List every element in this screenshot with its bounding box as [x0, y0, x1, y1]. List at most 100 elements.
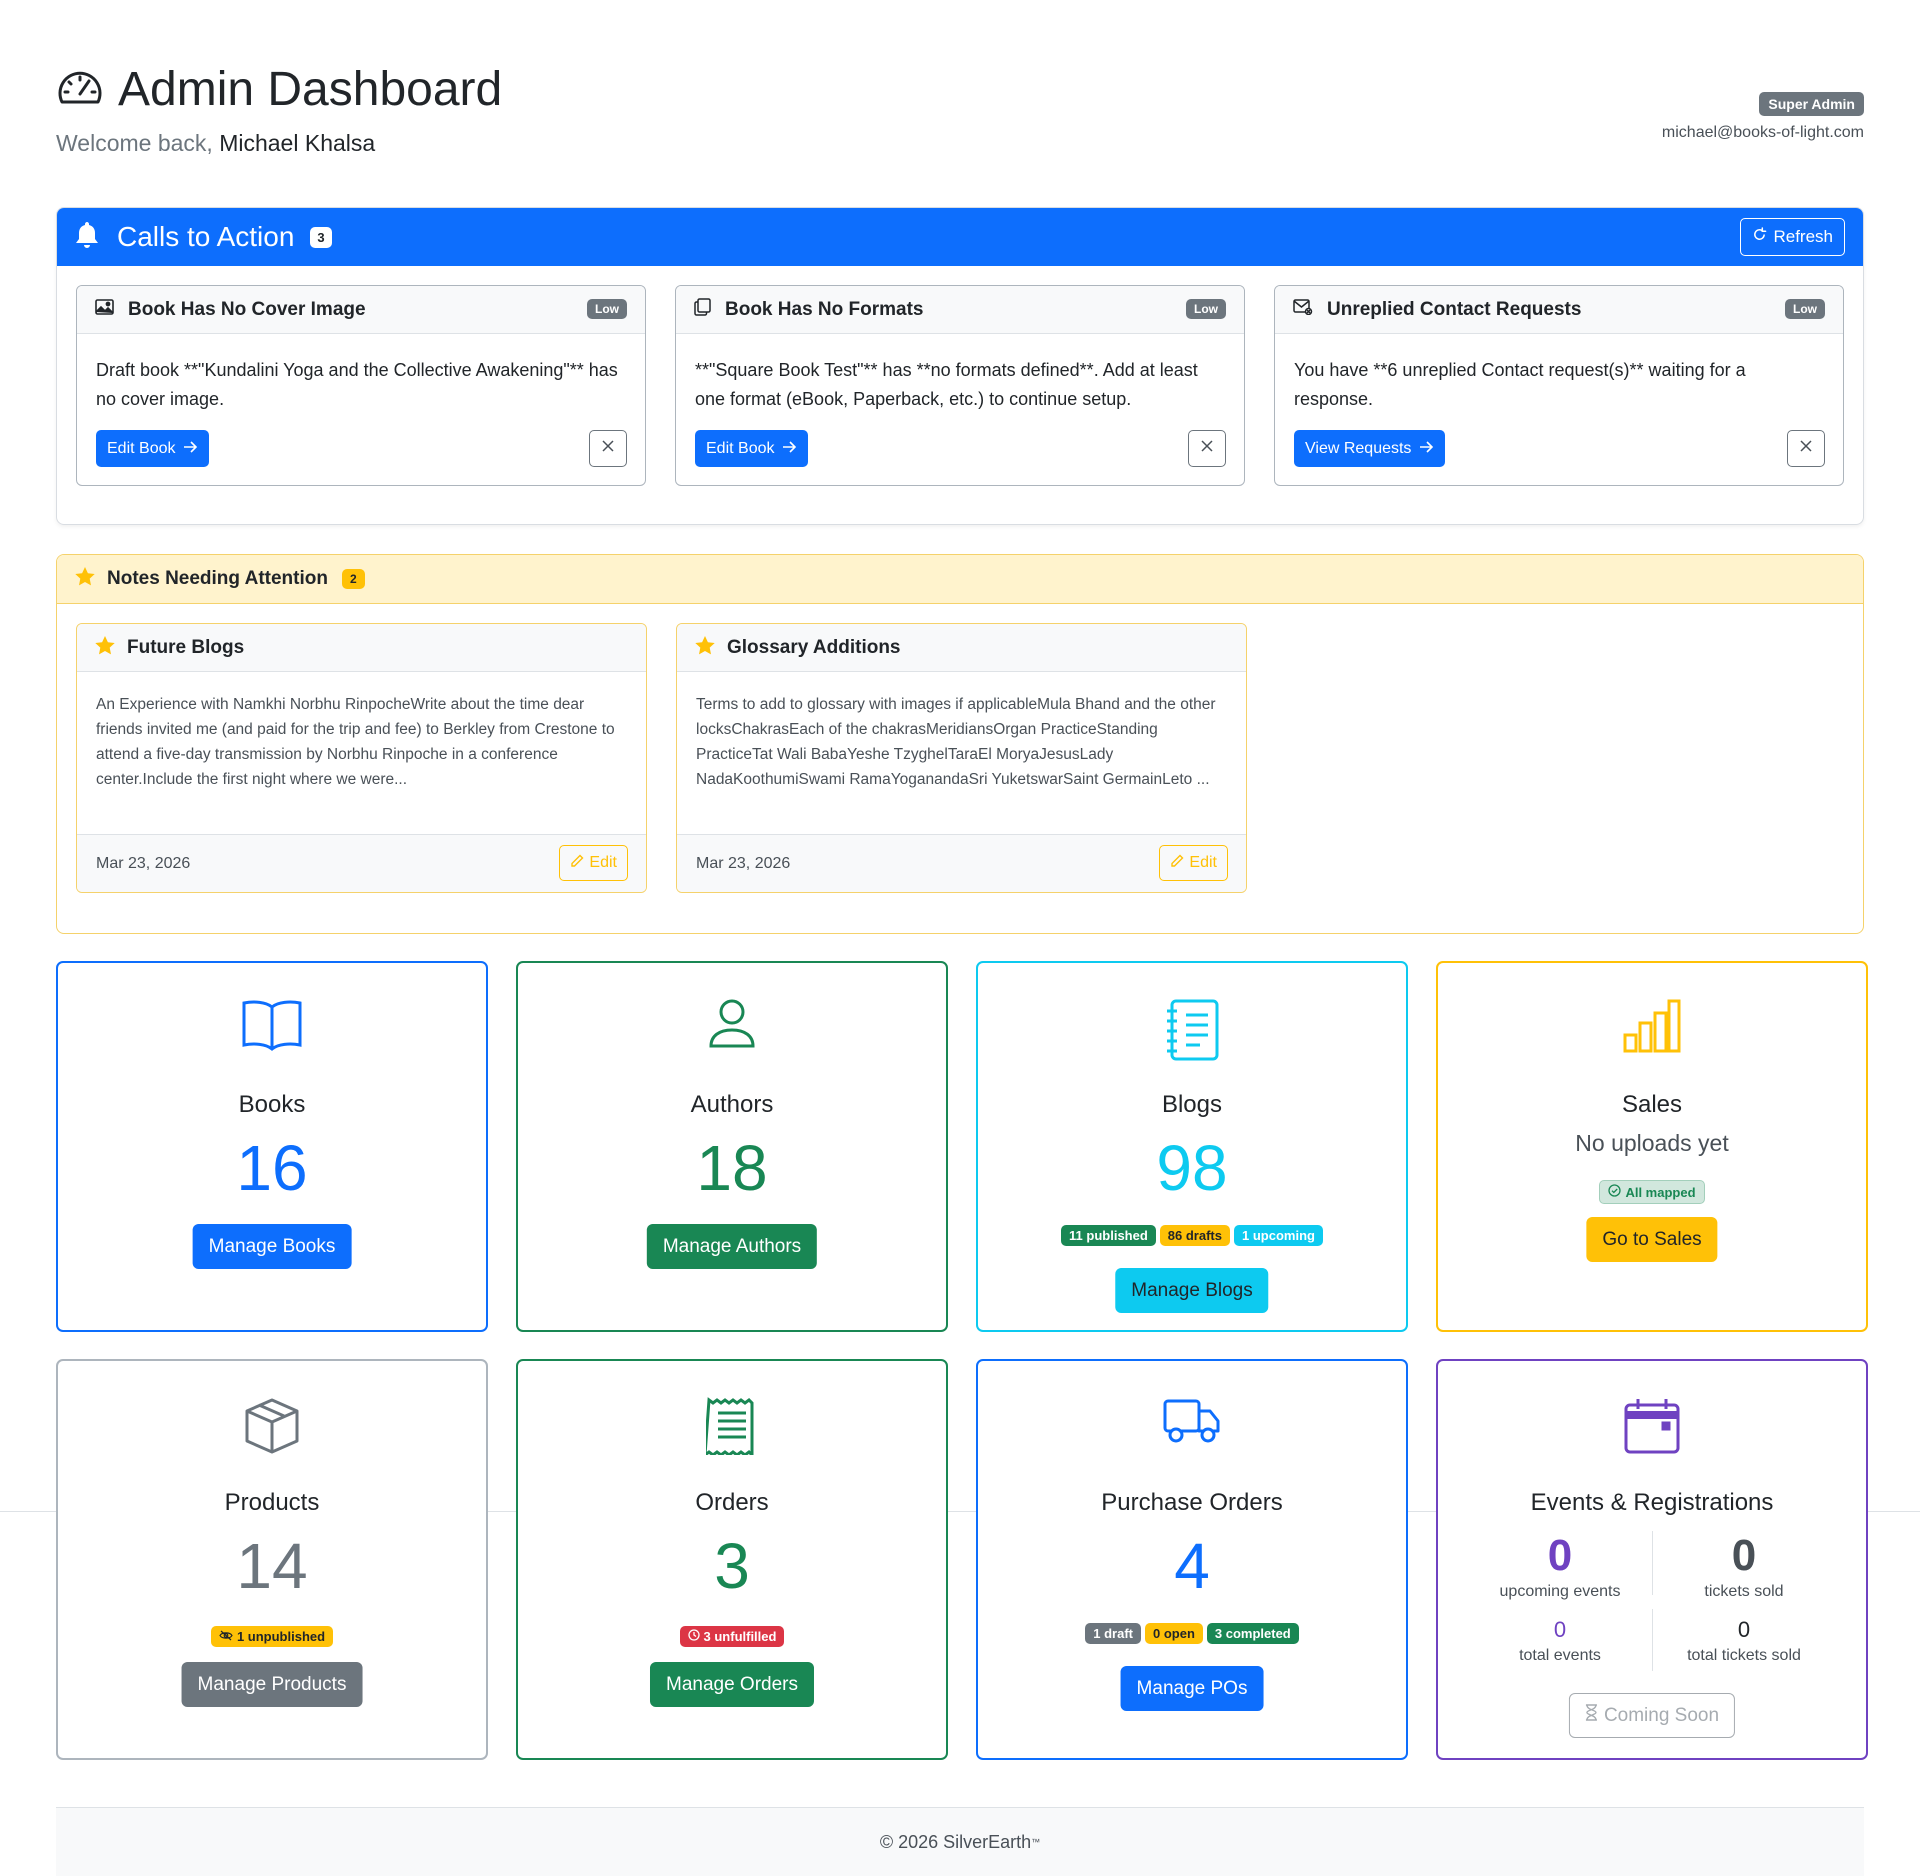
refresh-icon — [1752, 227, 1767, 247]
note-card-list: Future Blogs An Experience with Namkhi N… — [76, 623, 1247, 893]
edit-label: Edit — [589, 854, 617, 871]
unpublished-label: 1 unpublished — [236, 1629, 326, 1644]
edit-book-button[interactable]: Edit Book — [96, 430, 210, 467]
cta-card-footer: Edit Book — [676, 430, 1244, 485]
sales-subtitle: No uploads yet — [1575, 1130, 1729, 1156]
calls-to-action-panel: Calls to Action 3 Refresh Book Has No Co… — [56, 207, 1864, 525]
unpublished-badge: 1 unpublished — [210, 1626, 334, 1647]
edit-book-button[interactable]: Edit Book — [695, 430, 809, 467]
refresh-label: Refresh — [1773, 227, 1833, 246]
cta-card-title: Book Has No Cover Image — [128, 298, 366, 320]
manage-authors-button[interactable]: Manage Authors — [646, 1224, 818, 1269]
dismiss-button[interactable] — [1787, 430, 1825, 467]
page-footer: © 2026 SilverEarth ™ — [56, 1807, 1864, 1876]
upcoming-events-stat: 0 upcoming events — [1468, 1531, 1652, 1601]
drafts-badge: 86 drafts — [1159, 1225, 1230, 1246]
manage-products-button[interactable]: Manage Products — [181, 1662, 363, 1707]
copy-icon — [694, 298, 711, 321]
events-label: Events & Registrations — [1530, 1489, 1774, 1516]
page-title-text: Admin Dashboard — [118, 63, 503, 116]
cta-card-title: Unreplied Contact Requests — [1327, 298, 1582, 320]
manage-pos-button[interactable]: Manage POs — [1120, 1666, 1264, 1711]
priority-badge: Low — [1785, 299, 1825, 319]
page-title: Admin Dashboard — [56, 62, 502, 118]
orders-card: Orders 3 3 unfulfilled Manage Orders — [516, 1359, 948, 1760]
user-name: Michael Khalsa — [219, 130, 376, 156]
note-footer: Mar 23, 2026 Edit — [677, 834, 1246, 892]
page-header: Admin Dashboard Welcome back, Michael Kh… — [56, 62, 1864, 162]
purchase-orders-label: Purchase Orders — [1101, 1489, 1283, 1516]
edit-book-label: Edit Book — [706, 439, 775, 457]
trademark-mark: ™ — [1031, 1837, 1041, 1847]
view-requests-button[interactable]: View Requests — [1294, 430, 1446, 467]
eye-slash-icon — [219, 1629, 233, 1644]
receipt-icon — [518, 1397, 946, 1455]
cta-card-header: Unreplied Contact Requests Low — [1275, 286, 1843, 334]
note-card-header: Glossary Additions — [677, 624, 1246, 672]
total-events-label: total events — [1519, 1647, 1601, 1664]
edit-note-button[interactable]: Edit — [1159, 845, 1228, 881]
truck-icon — [978, 1397, 1406, 1445]
note-card-future-blogs[interactable]: Future Blogs An Experience with Namkhi N… — [76, 623, 647, 893]
note-date: Mar 23, 2026 — [96, 854, 191, 872]
all-mapped-label: All mapped — [1625, 1184, 1696, 1200]
sales-mapping-status: All mapped — [1438, 1180, 1866, 1204]
events-card: Events & Registrations 0 upcoming events… — [1436, 1359, 1868, 1760]
welcome-text: Welcome back, Michael Khalsa — [56, 130, 375, 157]
role-badge: Super Admin — [1759, 92, 1864, 116]
star-icon — [75, 567, 95, 591]
note-title: Glossary Additions — [727, 636, 901, 658]
dismiss-button[interactable] — [1188, 430, 1226, 467]
arrow-right-icon — [183, 440, 198, 458]
priority-badge: Low — [587, 299, 627, 319]
unfulfilled-badge: 3 unfulfilled — [679, 1626, 785, 1647]
footer-copyright: © 2026 SilverEarth — [879, 1831, 1032, 1852]
cta-card-header: Book Has No Cover Image Low — [77, 286, 645, 334]
orders-status: 3 unfulfilled — [518, 1626, 946, 1647]
manage-books-button[interactable]: Manage Books — [192, 1224, 352, 1269]
notes-panel: Notes Needing Attention 2 Future Blogs A… — [56, 554, 1864, 934]
total-events-stat: 0 total events — [1468, 1615, 1652, 1665]
refresh-button[interactable]: Refresh — [1740, 218, 1845, 256]
cta-card-header: Book Has No Formats Low — [676, 286, 1244, 334]
published-badge: 11 published — [1061, 1225, 1156, 1246]
hourglass-icon — [1585, 1704, 1598, 1727]
check-circle-icon — [1608, 1184, 1622, 1200]
envelope-icon — [1293, 299, 1313, 320]
total-tickets-sold-count: 0 — [1737, 1617, 1751, 1642]
user-email: michael@books-of-light.com — [1661, 124, 1864, 141]
authors-count: 18 — [696, 1132, 768, 1204]
notes-count: 2 — [341, 569, 365, 589]
products-status: 1 unpublished — [58, 1626, 486, 1647]
blogs-count: 98 — [1156, 1132, 1228, 1204]
note-body: An Experience with Namkhi Norbhu Rinpoch… — [96, 696, 615, 788]
cta-card-body: **"Square Book Test"** has **no formats … — [695, 360, 1198, 409]
cta-card-title: Book Has No Formats — [725, 298, 924, 320]
edit-note-button[interactable]: Edit — [559, 845, 628, 881]
go-to-sales-button[interactable]: Go to Sales — [1586, 1217, 1718, 1262]
edit-book-label: Edit Book — [107, 439, 176, 457]
total-tickets-sold-label: total tickets sold — [1687, 1647, 1801, 1664]
dismiss-button[interactable] — [589, 430, 627, 467]
books-label: Books — [238, 1091, 306, 1118]
star-icon — [95, 635, 115, 660]
cta-card-body: You have **6 unreplied Contact request(s… — [1294, 360, 1746, 409]
note-footer: Mar 23, 2026 Edit — [77, 834, 646, 892]
arrow-right-icon — [1419, 440, 1434, 458]
manage-blogs-button[interactable]: Manage Blogs — [1115, 1268, 1269, 1313]
cta-card-footer: Edit Book — [77, 430, 645, 485]
blogs-label: Blogs — [1161, 1091, 1223, 1118]
purchase-orders-card: Purchase Orders 4 1 draft 0 open 3 compl… — [976, 1359, 1408, 1760]
cta-card-no-formats: Book Has No Formats Low **"Square Book T… — [675, 285, 1245, 486]
note-body: Terms to add to glossary with images if … — [696, 696, 1216, 788]
upcoming-events-label: upcoming events — [1499, 1583, 1621, 1600]
blogs-status-badges: 11 published 86 drafts 1 upcoming — [978, 1225, 1406, 1246]
image-icon — [95, 299, 114, 320]
purchase-orders-status: 1 draft 0 open 3 completed — [978, 1623, 1406, 1644]
notes-title: Notes Needing Attention — [107, 568, 328, 589]
note-card-glossary-additions[interactable]: Glossary Additions Terms to add to gloss… — [676, 623, 1247, 893]
manage-orders-button[interactable]: Manage Orders — [649, 1662, 815, 1707]
all-mapped-badge: All mapped — [1599, 1180, 1705, 1204]
events-stats-grid: 0 upcoming events 0 tickets sold 0 total… — [1468, 1531, 1836, 1671]
pencil-icon — [570, 854, 584, 873]
